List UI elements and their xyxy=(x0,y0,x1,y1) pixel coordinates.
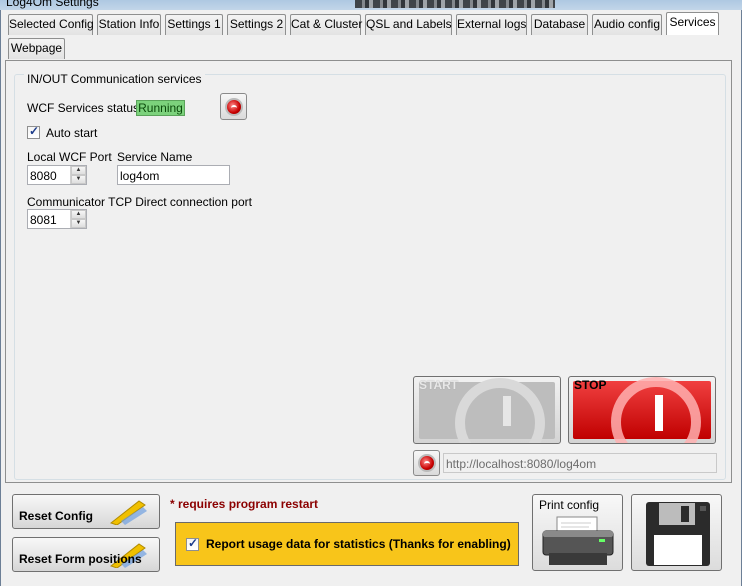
save-button[interactable] xyxy=(631,494,722,571)
auto-start-label: Auto start xyxy=(46,126,98,140)
start-label: START xyxy=(419,378,459,392)
local-port-value: 8080 xyxy=(30,169,57,183)
tab-services[interactable]: Services xyxy=(666,12,719,35)
stepper-down-icon[interactable]: ▼ xyxy=(71,219,86,228)
stepper-arrows: ▲ ▼ xyxy=(70,166,86,184)
floppy-disk-icon xyxy=(646,502,710,566)
start-button[interactable]: START xyxy=(413,376,561,444)
usage-data-checkbox[interactable]: ✓ xyxy=(186,536,199,551)
tab-audio-config[interactable]: Audio config xyxy=(592,14,662,35)
local-port-stepper[interactable]: 8080 ▲ ▼ xyxy=(27,165,87,185)
magic-wand-icon xyxy=(109,500,147,525)
group-title: IN/OUT Communication services xyxy=(24,72,205,86)
restart-note: * requires program restart xyxy=(170,497,319,511)
service-name-input[interactable]: log4om xyxy=(117,165,230,185)
tab-database[interactable]: Database xyxy=(531,14,588,35)
reset-config-button[interactable]: Reset Config xyxy=(12,494,160,529)
wcf-refresh-button[interactable] xyxy=(220,93,247,120)
reset-positions-label: Reset Form positions xyxy=(19,552,142,566)
tab-external-logs[interactable]: External logs xyxy=(456,14,527,35)
printer-icon xyxy=(542,516,614,565)
wcf-status-badge: Running xyxy=(136,100,185,116)
title-bar-background xyxy=(355,0,555,8)
wcf-status-label: WCF Services status xyxy=(27,101,140,115)
stepper-down-icon[interactable]: ▼ xyxy=(71,175,86,184)
print-config-button[interactable]: Print config xyxy=(532,494,623,571)
usage-data-panel: ✓ Report usage data for statistics (Than… xyxy=(175,522,519,566)
service-name-label: Service Name xyxy=(117,150,193,164)
tab-selected-config[interactable]: Selected Config xyxy=(8,14,94,35)
tab-strip-row1: Selected Config Station Info Settings 1 … xyxy=(0,12,742,36)
tcp-port-value: 8081 xyxy=(30,213,57,227)
checkmark-icon: ✓ xyxy=(29,124,40,138)
tab-settings-2[interactable]: Settings 2 xyxy=(227,14,286,35)
stepper-arrows: ▲ ▼ xyxy=(70,210,86,228)
window-title: Log4Om Settings xyxy=(6,0,99,9)
service-url-field: http://localhost:8080/log4om xyxy=(443,453,717,473)
auto-start-checkbox[interactable]: ✓ xyxy=(27,124,40,139)
refresh-icon xyxy=(417,454,436,472)
tab-webpage[interactable]: Webpage xyxy=(8,38,65,59)
stop-button[interactable]: STOP xyxy=(568,376,716,444)
reset-form-positions-button[interactable]: Reset Form positions xyxy=(12,537,160,572)
tab-station-info[interactable]: Station Info xyxy=(97,14,161,35)
checkmark-icon: ✓ xyxy=(188,536,199,550)
stepper-up-icon[interactable]: ▲ xyxy=(71,166,86,175)
tcp-port-stepper[interactable]: 8081 ▲ ▼ xyxy=(27,209,87,229)
refresh-icon xyxy=(224,97,243,116)
tab-cat-cluster[interactable]: Cat & Cluster xyxy=(290,14,362,35)
usage-data-label: Report usage data for statistics (Thanks… xyxy=(206,537,511,551)
tab-strip-row2: Webpage xyxy=(0,38,742,60)
print-config-label: Print config xyxy=(539,498,600,512)
stop-label: STOP xyxy=(574,378,607,392)
stepper-up-icon[interactable]: ▲ xyxy=(71,210,86,219)
reset-config-label: Reset Config xyxy=(19,509,94,523)
local-port-label: Local WCF Port xyxy=(27,150,112,164)
tab-settings-1[interactable]: Settings 1 xyxy=(165,14,223,35)
tcp-port-label: Communicator TCP Direct connection port xyxy=(27,195,252,209)
url-refresh-button[interactable] xyxy=(413,450,440,476)
tab-qsl-labels[interactable]: QSL and Labels xyxy=(365,14,452,35)
